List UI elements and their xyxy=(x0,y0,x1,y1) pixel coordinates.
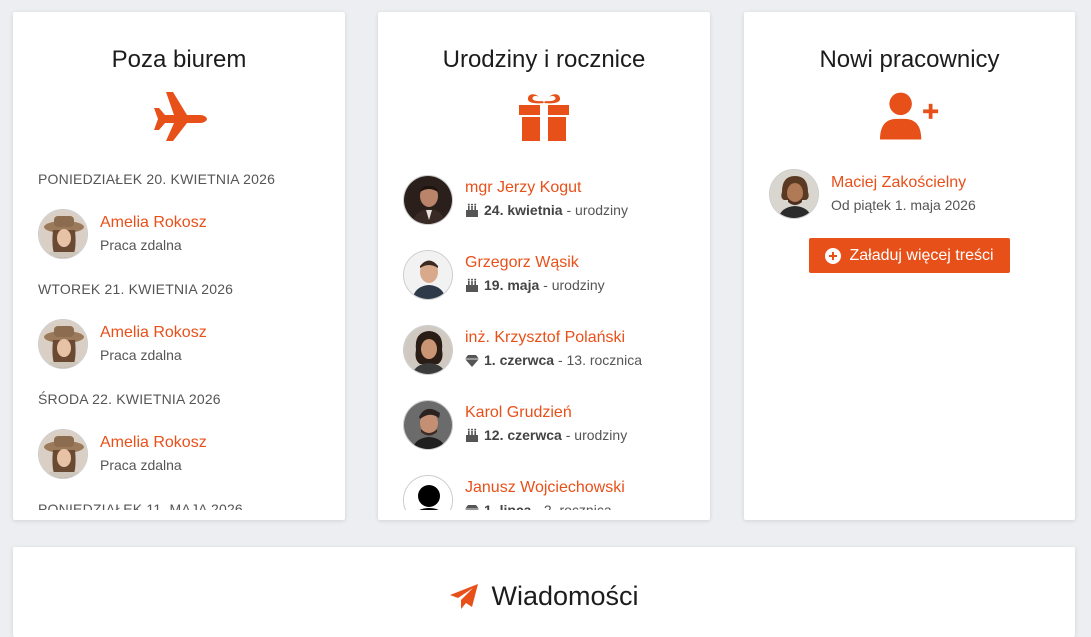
avatar[interactable] xyxy=(403,174,453,225)
away-title: Poza biurem xyxy=(111,46,247,73)
person-name-link[interactable]: Amelia Rokosz xyxy=(100,322,207,344)
list-item: mgr Jerzy Kogut 24. kwietnia - urodziny xyxy=(378,162,710,237)
event-kind: - 2. rocznica xyxy=(535,501,612,511)
birthdays-title: Urodziny i rocznice xyxy=(442,46,646,73)
person-name-link[interactable]: Amelia Rokosz xyxy=(100,432,207,454)
list-item: Janusz Wojciechowski 1. lipca - 2. roczn… xyxy=(378,462,710,510)
day-heading: WTOREK 21. KWIETNIA 2026 xyxy=(38,281,234,297)
birthdays-card: Urodziny i rocznice mgr Jerzy Kogut 24. … xyxy=(378,12,710,520)
list-item: Karol Grudzień 12. czerwca - urodziny xyxy=(378,387,710,462)
start-date: Od piątek 1. maja 2026 xyxy=(831,197,976,213)
avatar[interactable] xyxy=(38,429,88,479)
diamond-icon xyxy=(465,351,479,373)
event-date: 19. maja xyxy=(484,276,540,293)
day-heading: ŚRODA 22. KWIETNIA 2026 xyxy=(38,391,221,407)
away-card: Poza biurem PONIEDZIAŁEK 20. KWIETNIA 20… xyxy=(13,12,345,520)
plus-circle-icon xyxy=(825,247,842,264)
cake-icon xyxy=(465,276,479,298)
person-name-link[interactable]: mgr Jerzy Kogut xyxy=(465,177,628,199)
cake-icon xyxy=(465,426,479,448)
event-date: 1. lipca xyxy=(484,501,532,511)
event-kind: - urodziny xyxy=(543,276,605,293)
person-name-link[interactable]: Janusz Wojciechowski xyxy=(465,477,625,499)
load-more-label: Załaduj więcej treści xyxy=(849,246,994,264)
list-item: Maciej Zakościelny Od piątek 1. maja 202… xyxy=(744,156,1075,232)
person-status: Praca zdalna xyxy=(100,457,182,473)
person-name-link[interactable]: Amelia Rokosz xyxy=(100,212,207,234)
event-date: 1. czerwca xyxy=(484,351,555,368)
list-item: Amelia Rokosz Praca zdalna xyxy=(13,306,345,382)
messages-title: Wiadomości xyxy=(491,581,639,611)
diamond-icon xyxy=(465,501,479,510)
list-item: inż. Krzysztof Polański 1. czerwca - 13.… xyxy=(378,312,710,387)
new-employees-card: Nowi pracownicy Maciej Zakościelny Od pi… xyxy=(744,12,1075,520)
person-name-link[interactable]: Grzegorz Wąsik xyxy=(465,252,605,274)
list-item: Amelia Rokosz Praca zdalna xyxy=(13,196,345,272)
avatar[interactable] xyxy=(38,209,88,259)
away-list[interactable]: PONIEDZIAŁEK 20. KWIETNIA 2026 Amelia Ro… xyxy=(13,162,345,510)
event-date: 24. kwietnia xyxy=(484,201,563,218)
load-more-button[interactable]: Załaduj więcej treści xyxy=(809,238,1010,273)
new-employees-title: Nowi pracownicy xyxy=(819,46,1000,73)
day-heading: PONIEDZIAŁEK 11. MAJA 2026 xyxy=(38,501,243,510)
person-name-link[interactable]: Karol Grudzień xyxy=(465,402,627,424)
avatar[interactable] xyxy=(403,249,453,300)
paper-plane-icon xyxy=(450,583,479,609)
person-name-link[interactable]: inż. Krzysztof Polański xyxy=(465,327,642,349)
cake-icon xyxy=(465,201,479,223)
person-name-link[interactable]: Maciej Zakościelny xyxy=(831,172,976,194)
avatar[interactable] xyxy=(38,319,88,369)
plane-icon xyxy=(149,88,209,144)
person-status: Praca zdalna xyxy=(100,237,182,253)
event-kind: - urodziny xyxy=(565,426,628,443)
birthdays-list[interactable]: mgr Jerzy Kogut 24. kwietnia - urodziny xyxy=(378,162,710,510)
avatar[interactable] xyxy=(769,169,819,219)
user-plus-icon xyxy=(879,88,940,144)
list-item: Amelia Rokosz Praca zdalna xyxy=(13,416,345,492)
event-kind: - urodziny xyxy=(566,201,628,218)
event-date: 12. czerwca xyxy=(484,426,562,443)
avatar[interactable] xyxy=(403,474,453,510)
event-kind: - 13. rocznica xyxy=(557,351,642,368)
messages-card: Wiadomości xyxy=(13,547,1075,637)
gift-icon xyxy=(514,88,574,144)
person-status: Praca zdalna xyxy=(100,347,182,363)
avatar[interactable] xyxy=(403,399,453,450)
day-heading: PONIEDZIAŁEK 20. KWIETNIA 2026 xyxy=(38,171,276,187)
avatar[interactable] xyxy=(403,324,453,375)
list-item: Grzegorz Wąsik 19. maja - urodziny xyxy=(378,237,710,312)
